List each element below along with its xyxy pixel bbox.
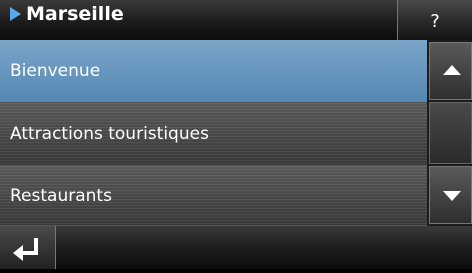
- triangle-down-icon: [443, 191, 461, 201]
- play-arrow-icon: [10, 7, 21, 21]
- back-button[interactable]: [0, 226, 56, 269]
- scroll-up-button[interactable]: [429, 42, 472, 100]
- list-item-restaurants[interactable]: Restaurants: [0, 166, 427, 226]
- list-item-attractions-touristiques[interactable]: Attractions touristiques: [0, 103, 427, 166]
- list-item-bienvenue[interactable]: Bienvenue: [0, 40, 427, 103]
- title-bar: Marseille ?: [0, 0, 472, 40]
- triangle-up-icon: [443, 65, 461, 75]
- page-title: Marseille: [26, 3, 124, 25]
- bottom-bar: [0, 226, 472, 269]
- scrollbar[interactable]: [427, 40, 472, 226]
- help-button[interactable]: ?: [397, 0, 472, 40]
- scroll-down-button[interactable]: [429, 166, 472, 224]
- scroll-track[interactable]: [429, 102, 472, 164]
- return-arrow-icon: [13, 238, 38, 261]
